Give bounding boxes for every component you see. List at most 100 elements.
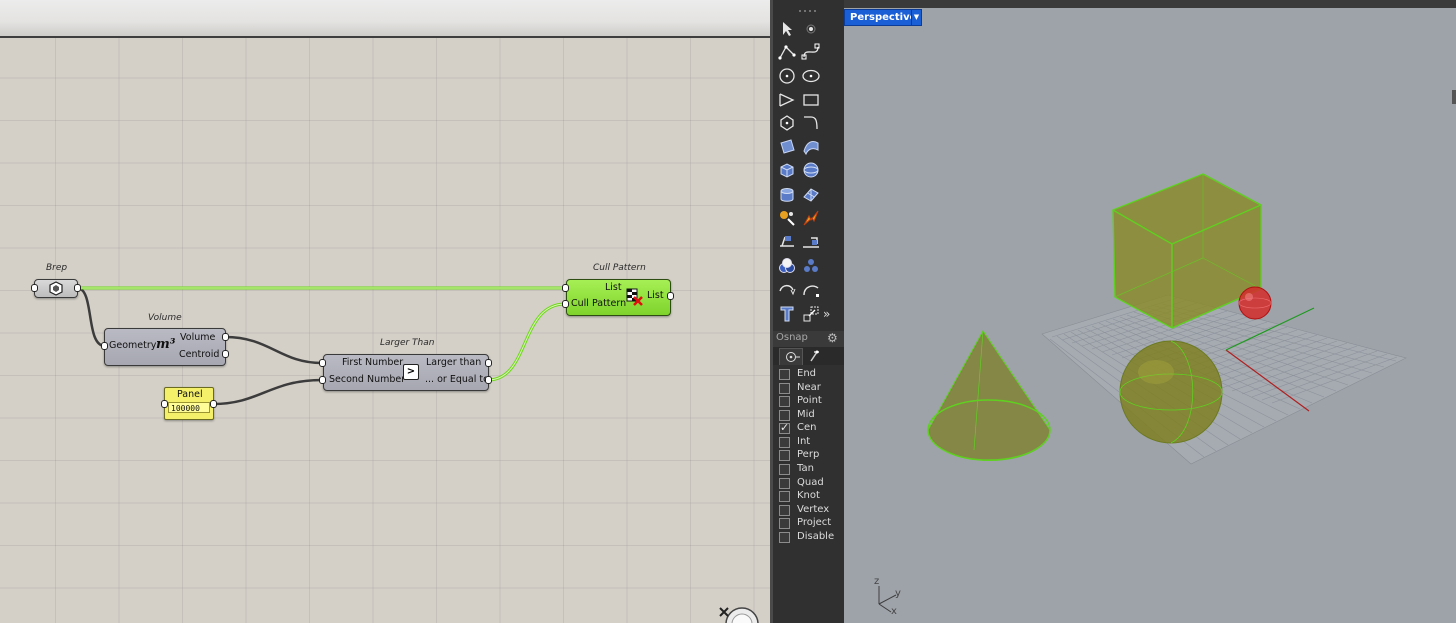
box-solid-icon[interactable]	[777, 160, 797, 180]
larger-input-first-number: First Number	[342, 357, 404, 368]
volume-output-centroid-grip[interactable]	[222, 350, 229, 358]
axis-label-y: y	[895, 588, 901, 599]
layers-icon[interactable]	[801, 256, 821, 276]
osnap-tabs	[773, 347, 844, 365]
osnap-checkbox-cen[interactable]: ✓	[779, 421, 790, 434]
panel-title: Panel	[177, 389, 203, 400]
volume-title: Volume	[148, 313, 182, 323]
osnap-checkbox-end[interactable]	[779, 369, 790, 380]
sphere-object[interactable]	[1119, 340, 1223, 444]
osnap-checkbox-mid[interactable]	[779, 410, 790, 421]
grasshopper-canvas[interactable]: Brep Volume Geometry m³ Volume Centroid …	[0, 0, 770, 623]
brep-output-grip[interactable]	[74, 284, 81, 292]
scale-icon[interactable]	[801, 304, 821, 324]
panel-value[interactable]: 100000	[168, 402, 210, 413]
larger-output-larger-than: Larger than	[426, 357, 482, 368]
osnap-checkbox-disable[interactable]	[779, 532, 790, 543]
cull-input-list: List	[605, 282, 622, 293]
curve-from-object-icon[interactable]	[777, 281, 797, 301]
osnap-checkbox-quad[interactable]	[779, 478, 790, 489]
point-icon[interactable]	[801, 19, 821, 39]
viewport-tab-perspective[interactable]: Perspective	[844, 9, 922, 26]
wire-volume-to-first-number	[224, 335, 323, 365]
brep-hexagon-icon	[49, 281, 63, 296]
panel-component[interactable]: Panel 100000	[164, 387, 214, 420]
rhino-toolbar: » Osnap ⚙ End Near Point Mid ✓ Cen Int Pe…	[770, 0, 844, 623]
canvas-navigation-widget[interactable]	[716, 600, 766, 623]
osnap-label-perp: Perp	[797, 449, 820, 460]
fillet-curve-icon[interactable]	[801, 113, 821, 133]
wire-brep-to-volume	[76, 286, 106, 348]
polyline-icon[interactable]	[777, 42, 797, 62]
volume-output-centroid: Centroid	[179, 349, 220, 360]
volume-component[interactable]: Geometry m³ Volume Centroid	[104, 328, 226, 366]
transform-tools-icon[interactable]	[777, 208, 797, 228]
toolbar-drag-handle[interactable]	[798, 9, 818, 13]
osnap-panel-header: Osnap ⚙	[773, 331, 844, 347]
osnap-label-knot: Knot	[797, 490, 820, 501]
sphere-solid-icon[interactable]	[801, 160, 821, 180]
osnap-label-disable: Disable	[797, 531, 835, 542]
osnap-checkbox-knot[interactable]	[779, 491, 790, 502]
curve-control-points-icon[interactable]	[801, 42, 821, 62]
osnap-tab-object-snap[interactable]	[779, 348, 803, 365]
larger-equal-output-grip[interactable]	[485, 376, 492, 384]
cull-output-grip[interactable]	[667, 292, 674, 300]
curve-tools-icon[interactable]	[801, 281, 821, 301]
cylinder-solid-icon[interactable]	[777, 185, 797, 205]
perspective-viewport[interactable]: z y x Perspective ▼	[844, 0, 1456, 623]
osnap-checkbox-point[interactable]	[779, 396, 790, 407]
mesh-icon[interactable]	[801, 185, 821, 205]
volume-output-volume-grip[interactable]	[222, 333, 229, 341]
select-arrow-icon[interactable]	[777, 19, 797, 39]
linear-dimension-icon[interactable]	[801, 232, 821, 252]
osnap-label-project: Project	[797, 517, 832, 528]
viewport-scroll-handle[interactable]	[1452, 90, 1456, 104]
cull-pattern-component[interactable]: List Cull Pattern List	[566, 279, 671, 316]
text-object-icon[interactable]	[777, 304, 797, 324]
larger-first-grip[interactable]	[319, 359, 326, 367]
cone-object[interactable]	[927, 330, 1051, 461]
volume-output-volume: Volume	[180, 332, 216, 343]
osnap-label-vertex: Vertex	[797, 504, 830, 515]
dimension-icon[interactable]	[777, 232, 797, 252]
panel-output-grip[interactable]	[210, 400, 217, 408]
cull-output-list: List	[647, 290, 664, 301]
render-materials-icon[interactable]	[777, 256, 797, 276]
surface-corner-icon[interactable]	[777, 137, 797, 157]
brep-parameter[interactable]	[34, 279, 78, 298]
larger-than-component[interactable]: First Number Second Number > Larger than…	[323, 354, 489, 391]
osnap-checkbox-vertex[interactable]	[779, 505, 790, 516]
ellipse-icon[interactable]	[801, 66, 821, 86]
polygon-icon[interactable]	[777, 113, 797, 133]
rectangle-icon[interactable]	[801, 90, 821, 110]
osnap-checkbox-project[interactable]	[779, 518, 790, 529]
circle-icon[interactable]	[777, 66, 797, 86]
surface-extrude-icon[interactable]	[801, 137, 821, 157]
larger-second-grip[interactable]	[319, 376, 326, 384]
osnap-label-mid: Mid	[797, 409, 815, 420]
osnap-label-tan: Tan	[797, 463, 814, 474]
panel-input-grip[interactable]	[161, 400, 168, 408]
arc-icon[interactable]	[777, 90, 797, 110]
osnap-checkbox-int[interactable]	[779, 437, 790, 448]
cull-pattern-grip[interactable]	[562, 300, 569, 308]
cull-input-pattern: Cull Pattern	[571, 298, 627, 309]
gear-icon[interactable]: ⚙	[827, 331, 838, 345]
osnap-checkbox-tan[interactable]	[779, 464, 790, 475]
cull-list-grip[interactable]	[562, 284, 569, 292]
chevron-down-icon[interactable]: ▼	[911, 9, 922, 26]
more-tools-icon[interactable]: »	[823, 304, 843, 324]
osnap-checkbox-near[interactable]	[779, 383, 790, 394]
explode-icon[interactable]	[801, 208, 821, 228]
osnap-checkbox-perp[interactable]	[779, 450, 790, 461]
red-sphere-object[interactable]	[1238, 286, 1272, 320]
osnap-label-near: Near	[797, 382, 821, 393]
brep-input-grip[interactable]	[31, 284, 38, 292]
brep-title: Brep	[46, 263, 68, 273]
larger-output-grip[interactable]	[485, 359, 492, 367]
volume-geometry-grip[interactable]	[101, 342, 108, 350]
osnap-tab-smart-track[interactable]	[804, 348, 826, 364]
osnap-label-end: End	[797, 368, 817, 379]
axis-label-z: z	[874, 576, 879, 587]
